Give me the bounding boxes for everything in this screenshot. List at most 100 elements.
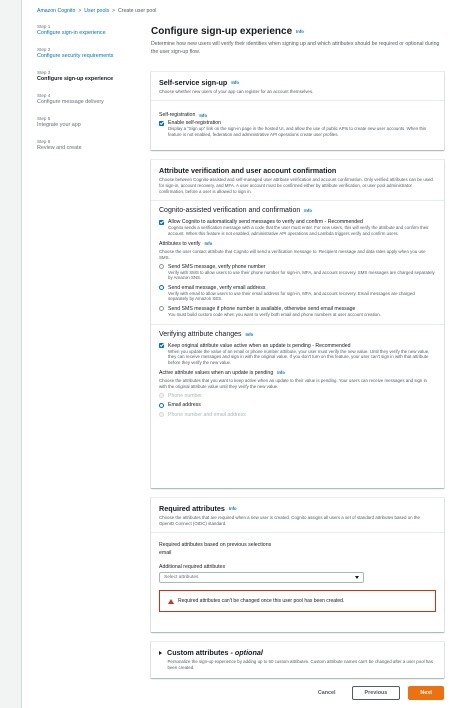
radio-label: Email address xyxy=(168,402,201,409)
page-title-row: Configure sign-up experience Info xyxy=(151,26,444,37)
radio-unselected-icon[interactable] xyxy=(159,306,164,312)
radio-pending-email[interactable]: Email address xyxy=(159,402,436,408)
enable-self-registration-checkbox[interactable]: Enable self-registration Display a "Sign… xyxy=(159,120,436,138)
step-title[interactable]: Configure sign-in experience xyxy=(37,30,137,37)
page-title: Configure sign-up experience xyxy=(151,26,293,37)
panel-body: Self-registration Info Enable self-regist… xyxy=(151,101,444,150)
warning-alert: Required attributes can't be changed onc… xyxy=(159,590,436,612)
panel-body: Required attributes based on previous se… xyxy=(151,533,444,620)
field-label-row: Self-registration Info xyxy=(159,112,436,118)
cancel-button[interactable]: Cancel xyxy=(310,690,344,696)
custom-attributes-expander[interactable]: Custom attributes - optional xyxy=(159,648,436,657)
caret-right-icon[interactable] xyxy=(159,650,162,655)
info-link[interactable]: Info xyxy=(205,241,213,246)
pending-values-label: Active attribute values when an update i… xyxy=(159,369,274,376)
step-title: Review and create xyxy=(37,145,82,151)
page-header: Configure sign-up experience Info Determ… xyxy=(151,26,444,56)
panel-title-row: Required attributes Info xyxy=(159,504,436,513)
radio-label: Send SMS message if phone number is avai… xyxy=(168,305,356,312)
radio-unselected-icon[interactable] xyxy=(159,264,164,270)
checkbox-description: Cognito sends a verification message wit… xyxy=(168,225,429,236)
info-link[interactable]: Info xyxy=(246,332,254,337)
panel-header: Required attributes Info Choose the attri… xyxy=(151,498,444,533)
radio-text: Send SMS message, verify phone number Ve… xyxy=(168,264,436,282)
radio-description: You must build custom code when you want… xyxy=(168,311,381,317)
attribute-verification-panel: Attribute verification and user account … xyxy=(151,160,444,488)
info-link[interactable]: Info xyxy=(296,29,304,34)
checkbox-text: Enable self-registration Display a "Sign… xyxy=(168,120,436,138)
page-description: Determine how new users will verify thei… xyxy=(151,41,440,55)
radio-send-sms[interactable]: Send SMS message, verify phone number Ve… xyxy=(159,264,436,282)
caret-down-icon xyxy=(355,576,359,579)
field-description: Choose the attributes that you want to k… xyxy=(159,377,427,389)
panel-description: Choose between Cognito-assisted and self… xyxy=(159,177,433,194)
panel-header: Custom attributes - optional Personalize… xyxy=(151,642,444,676)
panel-title: Custom attributes xyxy=(167,648,229,657)
required-based-label: Required attributes based on previous se… xyxy=(159,542,272,548)
self-service-panel: Self-service sign-up Info Choose whether … xyxy=(151,72,444,150)
radio-pending-phone: Phone number xyxy=(159,393,436,399)
additional-required-label: Additional required attributes xyxy=(159,564,226,570)
radio-text: Send SMS message if phone number is avai… xyxy=(168,306,381,318)
required-attributes-panel: Required attributes Info Choose the attri… xyxy=(151,498,444,632)
radio-description: Verify with SMS to allow users to use th… xyxy=(168,269,435,281)
warning-icon xyxy=(168,598,174,604)
step-title[interactable]: Configure security requirements xyxy=(37,53,137,60)
step-title: Configure sign-up experience xyxy=(37,76,114,82)
info-link[interactable]: Info xyxy=(231,80,239,85)
panel-description: Personalize the sign-up experience by ad… xyxy=(167,659,433,670)
chevron-right-icon: > xyxy=(78,8,82,14)
step-2[interactable]: Step 2 Configure security requirements xyxy=(37,47,137,60)
optional-suffix: optional xyxy=(234,648,263,657)
step-6: Step 6 Review and create xyxy=(37,139,137,152)
radio-label: Phone number and email address xyxy=(168,411,246,418)
next-button[interactable]: Next xyxy=(408,686,444,700)
checkbox-text: Allow Cognito to automatically send mess… xyxy=(168,219,436,237)
checkbox-description: Display a "Sign up" link on the sign-in … xyxy=(168,126,427,137)
radio-send-sms-or-email[interactable]: Send SMS message if phone number is avai… xyxy=(159,306,436,318)
field-description: Choose the user contact attribute that C… xyxy=(159,248,426,260)
checkbox-description: When you update the value of an email or… xyxy=(168,348,430,366)
allow-cognito-checkbox[interactable]: Allow Cognito to automatically send mess… xyxy=(159,219,436,237)
info-link[interactable]: Info xyxy=(304,208,312,213)
wizard-steps: Step 1 Configure sign-in experience Step… xyxy=(37,24,137,162)
panel-description: Choose whether new users of your app can… xyxy=(159,89,314,94)
breadcrumb: Amazon Cognito > User pools > Create use… xyxy=(37,8,156,14)
chevron-right-icon: > xyxy=(112,8,115,14)
breadcrumb-user-pools[interactable]: User pools xyxy=(84,8,109,14)
select-attributes-dropdown[interactable]: Select attributes xyxy=(159,572,364,583)
panel-title: Required attributes xyxy=(159,504,225,513)
breadcrumb-current: Create user pool xyxy=(118,8,157,14)
info-link[interactable]: Info xyxy=(229,506,237,511)
checkbox-checked-icon[interactable] xyxy=(159,343,164,349)
checkbox-checked-icon[interactable] xyxy=(159,120,164,126)
section-title: Cognito-assisted verification and confir… xyxy=(159,207,301,214)
radio-selected-icon[interactable] xyxy=(159,285,164,291)
previous-button[interactable]: Previous xyxy=(351,686,401,700)
self-registration-label: Self-registration xyxy=(159,112,196,118)
section-title-row: Cognito-assisted verification and confir… xyxy=(159,207,436,214)
wizard-actions: Cancel Previous Next xyxy=(310,686,444,700)
breadcrumb-amazon-cognito[interactable]: Amazon Cognito xyxy=(37,8,75,14)
checkbox-text: Keep original attribute value active whe… xyxy=(168,343,436,366)
section-title: Verifying attribute changes xyxy=(159,330,242,338)
panel-body: Cognito-assisted verification and confir… xyxy=(151,201,444,429)
info-link[interactable]: Info xyxy=(277,370,285,375)
step-title: Configure message delivery xyxy=(37,99,104,105)
side-navigation-collapsed xyxy=(0,0,22,708)
step-1[interactable]: Step 1 Configure sign-in experience xyxy=(37,24,137,37)
keep-original-value-checkbox[interactable]: Keep original attribute value active whe… xyxy=(159,343,436,366)
radio-send-email[interactable]: Send email message, verify email address… xyxy=(159,285,436,303)
panel-title: Self-service sign-up xyxy=(159,78,228,87)
field-label-row: Attributes to verify Info xyxy=(159,241,436,247)
required-based-value: email xyxy=(159,550,172,556)
custom-attributes-panel: Custom attributes - optional Personalize… xyxy=(151,642,444,678)
radio-selected-icon[interactable] xyxy=(159,402,164,408)
alert-text: Required attributes can't be changed onc… xyxy=(178,598,345,604)
radio-label: Phone number xyxy=(168,392,203,399)
checkbox-checked-icon[interactable] xyxy=(159,219,164,225)
radio-text: Send email message, verify email address… xyxy=(168,285,436,303)
panel-title-row: Self-service sign-up Info xyxy=(159,78,436,87)
radio-pending-phone-and-email: Phone number and email address xyxy=(159,412,436,418)
info-link[interactable]: Info xyxy=(199,113,207,118)
